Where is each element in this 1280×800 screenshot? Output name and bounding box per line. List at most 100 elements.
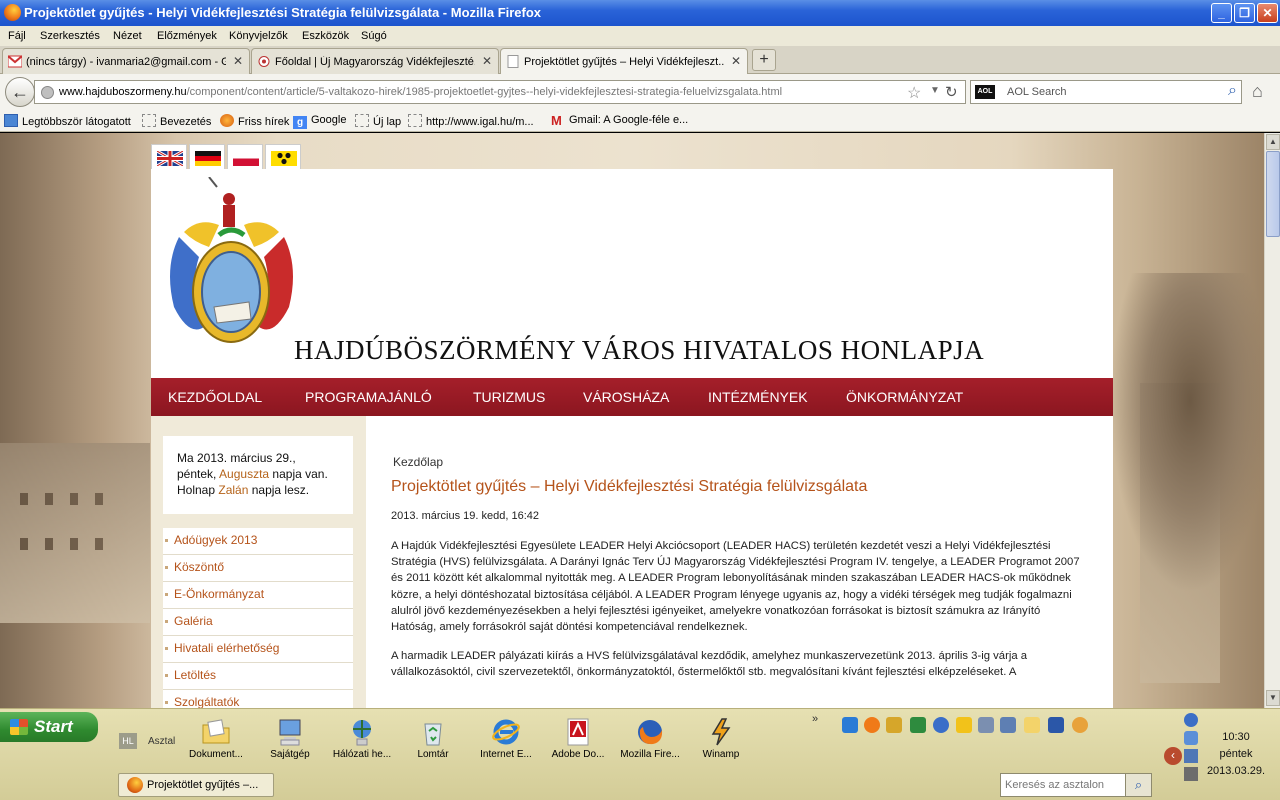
new-tab-button[interactable]: + [752, 49, 776, 71]
nav-municipality[interactable]: ÖNKORMÁNYZAT [846, 389, 963, 405]
aol-icon[interactable]: AOL [975, 85, 995, 99]
menu-edit[interactable]: Szerkesztés [40, 30, 100, 42]
bookmark-most-visited[interactable]: Legtöbbször látogatott [4, 114, 131, 128]
excel-icon[interactable] [910, 717, 926, 733]
side-menu-item-contact[interactable]: Hivatali elérhetőség [163, 636, 353, 663]
flag-polish-icon[interactable] [227, 144, 263, 170]
ie-icon[interactable] [842, 717, 858, 733]
nameday-link[interactable]: Auguszta [219, 467, 269, 481]
close-tab-icon[interactable]: ✕ [482, 54, 492, 68]
google-icon: g [293, 116, 307, 129]
search-tray-icon[interactable] [1184, 731, 1198, 745]
star-icon[interactable] [956, 717, 972, 733]
search-icon[interactable]: ⌕ [1228, 82, 1237, 100]
desktop-firefox[interactable]: Mozilla Fire... [615, 711, 685, 760]
nav-home[interactable]: KEZDŐOLDAL [168, 389, 262, 405]
menu-bookmarks[interactable]: Könyvjelzők [229, 30, 288, 42]
desktop-winamp[interactable]: Winamp [686, 711, 756, 760]
side-menu-item-e-government[interactable]: E-Önkormányzat [163, 582, 353, 609]
messenger-icon[interactable] [1072, 717, 1088, 733]
start-button[interactable]: Start [0, 712, 98, 742]
chevron-left-icon[interactable]: ‹ [1164, 747, 1182, 765]
vertical-scrollbar[interactable]: ▲ ▼ [1264, 133, 1280, 708]
language-indicator[interactable]: HL [119, 733, 137, 749]
network-status-icon[interactable] [1184, 713, 1198, 727]
side-menu-item-downloads[interactable]: Letöltés [163, 663, 353, 690]
reload-icon[interactable]: ↻ [945, 83, 958, 101]
bookmark-gmail[interactable]: M Gmail: A Google-féle e... [551, 114, 688, 127]
tab-gmail[interactable]: (nincs tárgy) - ivanmaria2@gmail.com - G… [2, 48, 250, 74]
monitor-icon[interactable] [1184, 767, 1198, 781]
calculator-icon[interactable] [978, 717, 994, 733]
media-player-icon[interactable] [933, 717, 949, 733]
side-menu-item-taxes[interactable]: Adóügyek 2013 [163, 528, 353, 555]
address-bar[interactable]: www.hajduboszormeny.hu/component/content… [34, 80, 966, 104]
search-input[interactable]: AOL AOL Search ⌕ [970, 80, 1242, 104]
back-button[interactable]: ← [5, 77, 35, 107]
menu-help[interactable]: Súgó [361, 30, 387, 42]
adobe-icon [567, 718, 589, 746]
system-clock[interactable]: 10:30 péntek 2013.03.29. [1200, 729, 1272, 780]
desktop-search-input[interactable]: Keresés az asztalon ⌕ [1000, 773, 1152, 797]
accessibility-icon[interactable] [265, 144, 301, 170]
firefox-icon [638, 720, 663, 745]
menu-view[interactable]: Nézet [113, 30, 142, 42]
chevron-down-icon[interactable]: ▼ [930, 85, 940, 96]
desktop-my-computer[interactable]: Sajátgép [255, 711, 325, 760]
side-menu-item-gallery[interactable]: Galéria [163, 609, 353, 636]
maximize-button[interactable]: ❐ [1234, 3, 1255, 23]
menu-file[interactable]: Fájl [8, 30, 26, 42]
main-navigation: KEZDŐOLDAL PROGRAMAJÁNLÓ TURIZMUS VÁROSH… [151, 378, 1113, 416]
search-icon[interactable]: ⌕ [1125, 774, 1151, 796]
folder-icon[interactable] [1024, 717, 1040, 733]
scroll-down-icon[interactable]: ▼ [1266, 690, 1280, 706]
bookmark-new-tab[interactable]: Új lap [355, 114, 401, 128]
coat-of-arms-icon [170, 177, 293, 343]
home-icon[interactable]: ⌂ [1252, 81, 1263, 102]
nav-institutions[interactable]: INTÉZMÉNYEK [708, 389, 808, 405]
scrollbar-thumb[interactable] [1266, 151, 1280, 237]
volume-icon[interactable] [1184, 749, 1198, 763]
desktop-adobe[interactable]: Adobe Do... [543, 711, 613, 760]
bookmark-igal[interactable]: http://www.igal.hu/m... [408, 114, 534, 128]
desktop-documents[interactable]: Dokument... [181, 711, 251, 760]
close-tab-icon[interactable]: ✕ [233, 54, 243, 68]
taskbar-firefox-window[interactable]: Projektötlet gyűjtés –... [118, 773, 274, 797]
bookmark-intro[interactable]: Bevezetés [142, 114, 211, 128]
side-menu-item-welcome[interactable]: Köszöntő [163, 555, 353, 582]
desktop-network[interactable]: Hálózati he... [327, 711, 397, 760]
tab-label: Főoldal | Új Magyarország Vidékfejleszté… [275, 56, 475, 68]
more-icons-chevron[interactable]: » [812, 713, 818, 725]
close-tab-icon[interactable]: ✕ [731, 54, 741, 68]
breadcrumb[interactable]: Kezdőlap [393, 455, 443, 469]
minimize-button[interactable]: _ [1211, 3, 1232, 23]
word-icon[interactable] [1048, 717, 1064, 733]
article-title[interactable]: Projektötlet gyűjtés – Helyi Vidékfejles… [391, 478, 867, 496]
tab-foldal[interactable]: Főoldal | Új Magyarország Vidékfejleszté… [251, 48, 499, 74]
menu-history[interactable]: Előzmények [157, 30, 217, 42]
desktop-recycle-bin[interactable]: Lomtár [398, 711, 468, 760]
calendar-icon[interactable] [1000, 717, 1016, 733]
nav-tourism[interactable]: TURIZMUS [473, 389, 545, 405]
bookmark-star-icon[interactable]: ☆ [907, 83, 921, 103]
nav-programs[interactable]: PROGRAMAJÁNLÓ [305, 389, 432, 405]
scroll-up-icon[interactable]: ▲ [1266, 134, 1280, 150]
firefox-icon[interactable] [864, 717, 880, 733]
side-menu: Adóügyek 2013 Köszöntő E-Önkormányzat Ga… [163, 528, 353, 708]
bookmark-google[interactable]: g Google [293, 114, 346, 129]
flag-english-icon[interactable] [151, 144, 187, 170]
flag-german-icon[interactable] [189, 144, 225, 170]
nameday-link[interactable]: Zalán [218, 483, 248, 497]
nav-town-hall[interactable]: VÁROSHÁZA [583, 389, 669, 405]
navigation-bar: www.hajduboszormeny.hu/component/content… [0, 74, 1280, 110]
globe-icon [41, 86, 54, 99]
winamp-icon[interactable] [886, 717, 902, 733]
bookmark-news[interactable]: Friss hírek [220, 114, 289, 128]
side-menu-item-providers[interactable]: Szolgáltatók [163, 690, 353, 708]
gmail-icon [8, 55, 22, 68]
desktop-internet-explorer[interactable]: Internet E... [471, 711, 541, 760]
computer-icon [279, 719, 301, 746]
tab-projektotlet[interactable]: Projektötlet gyűjtés – Helyi Vidékfejles… [500, 48, 748, 75]
menu-tools[interactable]: Eszközök [302, 30, 349, 42]
close-button[interactable]: ✕ [1257, 3, 1278, 23]
